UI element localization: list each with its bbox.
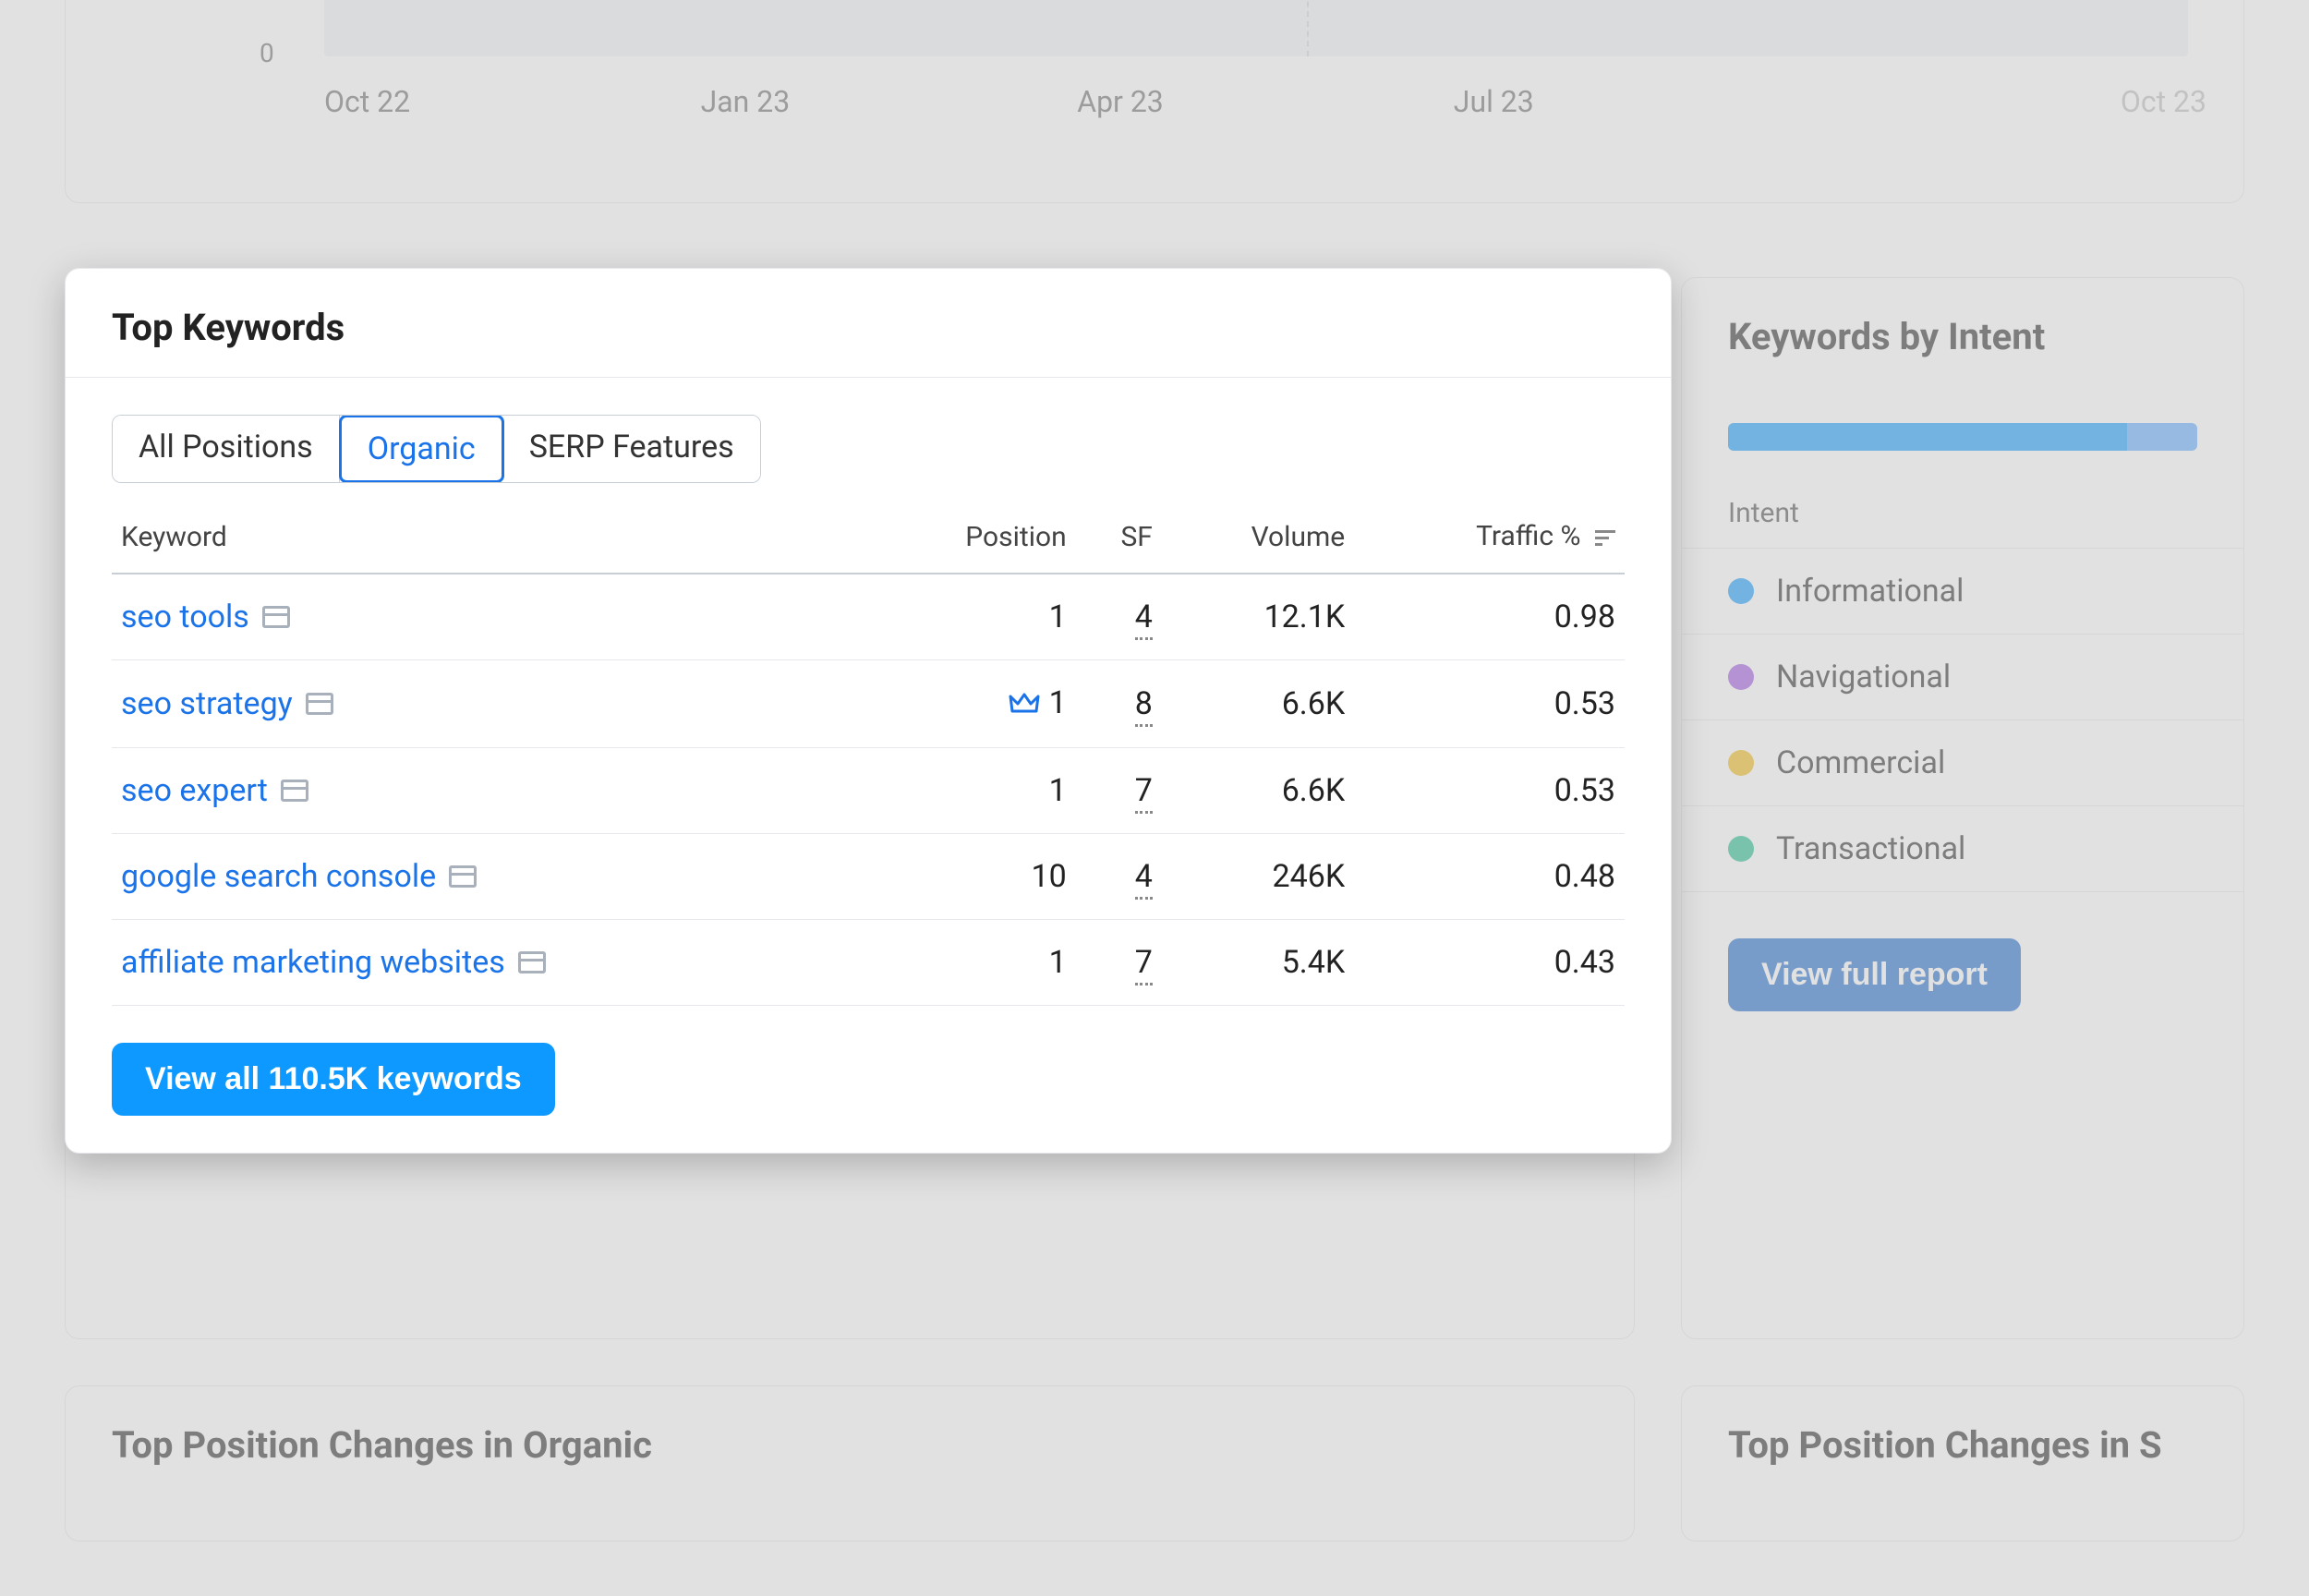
serp-preview-icon[interactable]: [518, 951, 546, 973]
intent-row[interactable]: Navigational: [1682, 635, 2243, 720]
chart-yaxis-zero: 0: [260, 38, 274, 68]
volume-cell: 246K: [1162, 833, 1354, 919]
position-changes-organic-card: Top Position Changes in Organic: [65, 1385, 1635, 1542]
keyword-text: google search console: [121, 858, 436, 895]
chart-xaxis: Oct 22 Jan 23 Apr 23 Jul 23 Oct 23: [324, 84, 2206, 119]
position-changes-serp-title: Top Position Changes in S: [1682, 1423, 2243, 1494]
intent-label: Informational: [1776, 573, 1964, 610]
chart-plot-area: [324, 0, 2188, 56]
keyword-text: affiliate marketing websites: [121, 944, 505, 981]
volume-cell: 6.6K: [1162, 747, 1354, 833]
traffic-cell: 0.48: [1354, 833, 1625, 919]
intent-card-title: Keywords by Intent: [1682, 315, 2243, 386]
serp-preview-icon[interactable]: [281, 780, 308, 802]
tab-organic[interactable]: Organic: [339, 415, 504, 483]
keywords-table: Keyword Position SF Volume Traffic % seo…: [112, 502, 1625, 1006]
sf-cell[interactable]: 7: [1076, 747, 1162, 833]
sf-cell[interactable]: 4: [1076, 574, 1162, 660]
table-row: seo expert 176.6K0.53: [112, 747, 1625, 833]
col-position[interactable]: Position: [871, 502, 1076, 574]
table-row: seo strategy 186.6K0.53: [112, 659, 1625, 747]
view-all-keywords-button[interactable]: View all 110.5K keywords: [112, 1043, 555, 1116]
view-full-report-button[interactable]: View full report: [1728, 938, 2021, 1011]
col-traffic-label: Traffic %: [1476, 520, 1580, 552]
keywords-filter-tabs: All Positions Organic SERP Features: [112, 415, 761, 483]
top-keywords-card: Top Keywords All Positions Organic SERP …: [65, 268, 1672, 1154]
intent-distribution-bar[interactable]: [1728, 423, 2197, 451]
traffic-cell: 0.98: [1354, 574, 1625, 660]
intent-color-dot: [1728, 664, 1754, 690]
sf-cell[interactable]: 4: [1076, 833, 1162, 919]
keyword-text: seo strategy: [121, 685, 293, 722]
serp-preview-icon[interactable]: [306, 693, 333, 715]
crown-icon: [1009, 686, 1040, 723]
serp-preview-icon[interactable]: [449, 865, 477, 888]
volume-cell: 5.4K: [1162, 919, 1354, 1005]
intent-color-dot: [1728, 578, 1754, 604]
col-volume[interactable]: Volume: [1162, 502, 1354, 574]
tab-all-positions[interactable]: All Positions: [113, 416, 340, 482]
col-traffic[interactable]: Traffic %: [1354, 502, 1625, 574]
keyword-link[interactable]: google search console: [121, 858, 477, 895]
volume-cell: 6.6K: [1162, 659, 1354, 747]
col-keyword[interactable]: Keyword: [112, 502, 871, 574]
serp-preview-icon[interactable]: [262, 606, 290, 628]
sf-cell[interactable]: 8: [1076, 659, 1162, 747]
keywords-by-intent-card: Keywords by Intent Intent Informational N…: [1681, 277, 2244, 1339]
intent-color-dot: [1728, 836, 1754, 862]
col-sf[interactable]: SF: [1076, 502, 1162, 574]
keyword-link[interactable]: seo strategy: [121, 685, 333, 722]
keyword-text: seo expert: [121, 772, 268, 809]
intent-label: Navigational: [1776, 659, 1951, 695]
position-changes-organic-title: Top Position Changes in Organic: [66, 1423, 1634, 1494]
chart-vertical-divider: [1307, 0, 1309, 56]
traffic-cell: 0.53: [1354, 747, 1625, 833]
chart-xaxis-label: Jan 23: [701, 84, 1078, 119]
tab-serp-features[interactable]: SERP Features: [503, 416, 760, 482]
sort-descending-icon: [1595, 522, 1615, 554]
position-cell: 1: [871, 659, 1076, 747]
traffic-cell: 0.53: [1354, 659, 1625, 747]
sf-cell[interactable]: 7: [1076, 919, 1162, 1005]
table-row: seo tools 1412.1K0.98: [112, 574, 1625, 660]
table-row: affiliate marketing websites 175.4K0.43: [112, 919, 1625, 1005]
traffic-cell: 0.43: [1354, 919, 1625, 1005]
chart-xaxis-label: Oct 22: [324, 84, 701, 119]
position-cell: 1: [871, 747, 1076, 833]
position-changes-serp-card: Top Position Changes in S: [1681, 1385, 2244, 1542]
chart-xaxis-label: Oct 23: [1830, 84, 2206, 119]
intent-column-header: Intent: [1682, 497, 2243, 549]
position-cell: 10: [871, 833, 1076, 919]
volume-cell: 12.1K: [1162, 574, 1354, 660]
intent-label: Commercial: [1776, 744, 1945, 781]
trend-chart-card: 0 Oct 22 Jan 23 Apr 23 Jul 23 Oct 23: [65, 0, 2244, 203]
position-cell: 1: [871, 574, 1076, 660]
intent-label: Transactional: [1776, 830, 1965, 867]
chart-xaxis-label: Apr 23: [1077, 84, 1454, 119]
top-keywords-title: Top Keywords: [66, 269, 1671, 378]
keyword-link[interactable]: seo expert: [121, 772, 308, 809]
keyword-link[interactable]: seo tools: [121, 598, 290, 635]
intent-row[interactable]: Informational: [1682, 549, 2243, 635]
table-row: google search console 104246K0.48: [112, 833, 1625, 919]
keyword-link[interactable]: affiliate marketing websites: [121, 944, 546, 981]
intent-row[interactable]: Commercial: [1682, 720, 2243, 806]
intent-row[interactable]: Transactional: [1682, 806, 2243, 892]
intent-color-dot: [1728, 750, 1754, 776]
position-cell: 1: [871, 919, 1076, 1005]
keyword-text: seo tools: [121, 598, 249, 635]
chart-xaxis-label: Jul 23: [1454, 84, 1831, 119]
